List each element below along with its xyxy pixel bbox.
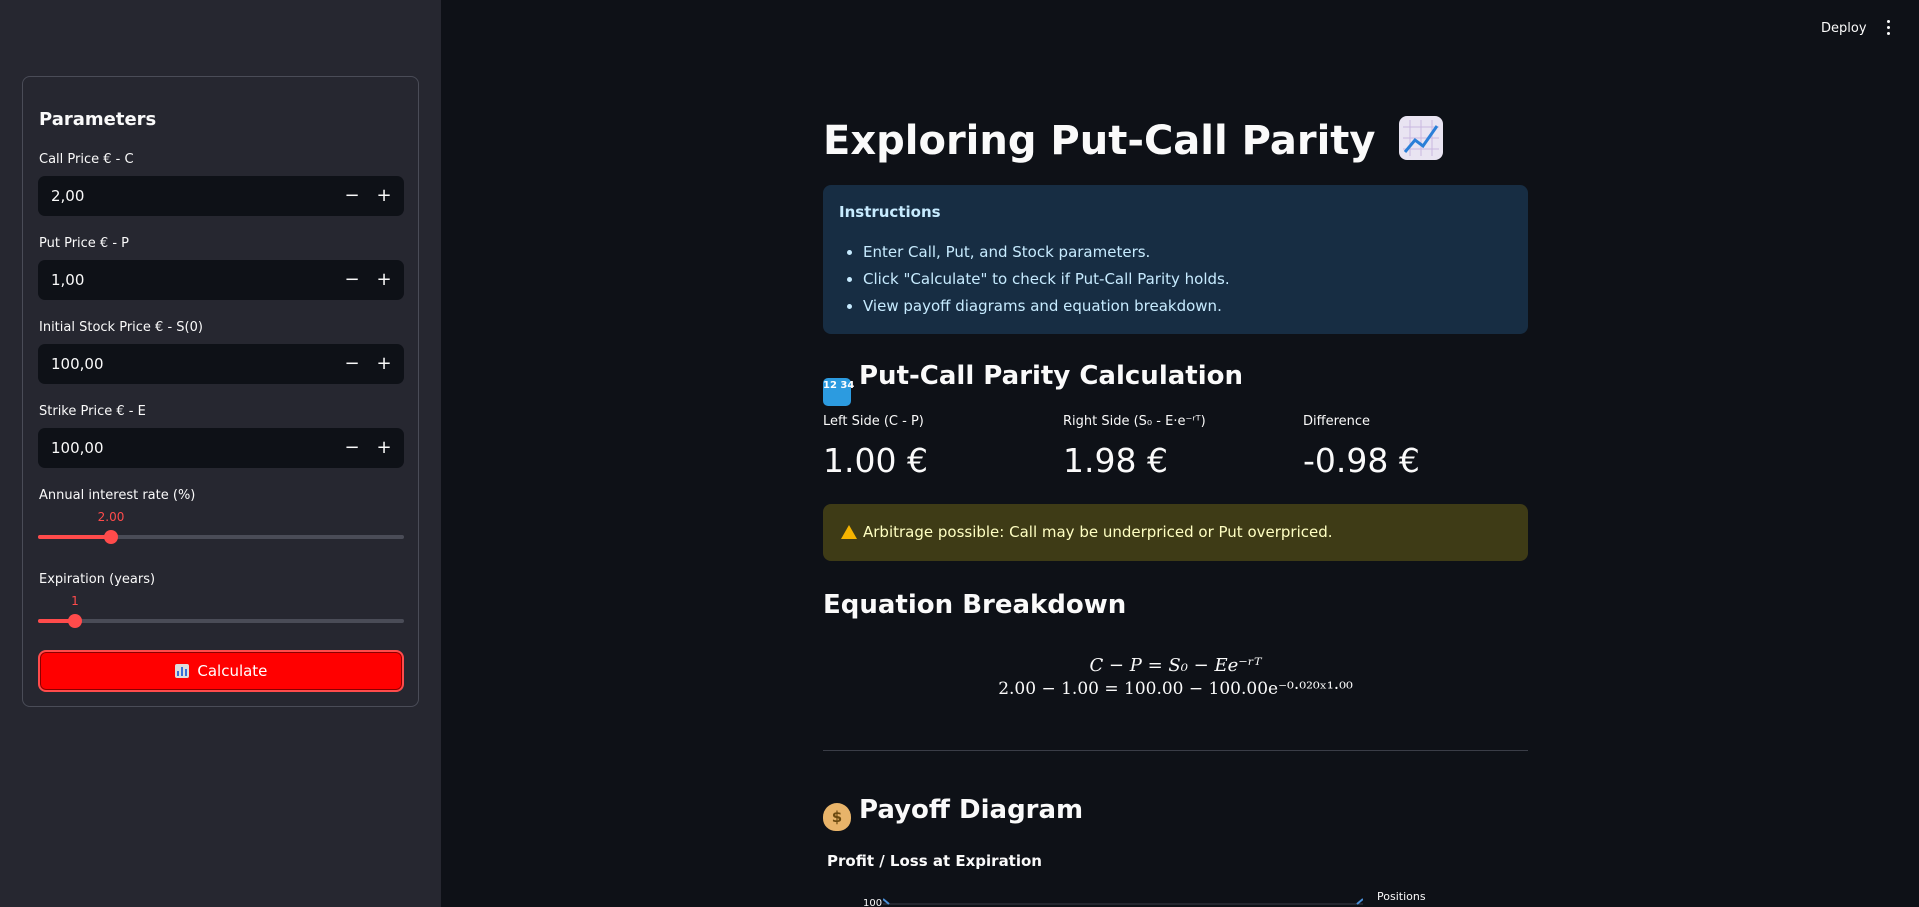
chart-legend-title: Positions (1377, 890, 1426, 903)
strike-price-decrement-button[interactable]: − (336, 428, 368, 468)
sidebar: Parameters Call Price € - C 2,00 − + Put… (0, 0, 441, 907)
metric-value: -0.98 € (1303, 441, 1420, 480)
interest-rate-value: 2.00 (97, 510, 125, 524)
slider-thumb[interactable] (68, 614, 82, 628)
put-price-value[interactable]: 1,00 (51, 271, 84, 289)
call-price-increment-button[interactable]: + (368, 176, 400, 216)
parameters-panel: Parameters Call Price € - C 2,00 − + Put… (22, 76, 419, 707)
stock-price-value[interactable]: 100,00 (51, 355, 104, 373)
put-price-input[interactable]: 1,00 − + (38, 260, 404, 300)
section-divider (823, 750, 1528, 751)
list-item: View payoff diagrams and equation breakd… (863, 297, 1230, 318)
payoff-heading-text: Payoff Diagram (859, 795, 1084, 825)
strike-price-value[interactable]: 100,00 (51, 439, 104, 457)
put-price-increment-button[interactable]: + (368, 260, 400, 300)
strike-price-label: Strike Price € - E (39, 404, 146, 419)
strike-price-increment-button[interactable]: + (368, 428, 400, 468)
strike-price-input[interactable]: 100,00 − + (38, 428, 404, 468)
calculation-heading-text: Put-Call Parity Calculation (859, 361, 1243, 391)
expiration-slider[interactable]: 1 (38, 589, 404, 628)
metric-value: 1.98 € (1063, 441, 1168, 480)
deploy-button[interactable]: Deploy (1821, 21, 1867, 36)
interest-rate-slider[interactable]: 2.00 (38, 505, 404, 544)
call-price-input[interactable]: 2,00 − + (38, 176, 404, 216)
payoff-heading: $ Payoff Diagram (823, 795, 1083, 831)
right-side-metric: Right Side (S₀ - E·e⁻ʳᵀ) 1.98 € (1063, 414, 1303, 480)
list-item: Enter Call, Put, and Stock parameters. (863, 243, 1230, 264)
page-title: Exploring Put-Call Parity (823, 116, 1444, 164)
equation-values: 2.00 − 1.00 = 100.00 − 100.00e⁻⁰·⁰²⁰ˣ¹·⁰… (998, 679, 1353, 699)
expiration-value: 1 (71, 594, 79, 608)
metric-value: 1.00 € (823, 441, 928, 480)
y-axis-tick: 100 (863, 898, 883, 907)
bar-chart-icon (174, 664, 189, 678)
metric-label: Right Side (S₀ - E·e⁻ʳᵀ) (1063, 414, 1206, 429)
difference-metric: Difference -0.98 € (1303, 414, 1543, 480)
metric-label: Difference (1303, 414, 1371, 429)
metric-label: Left Side (C - P) (823, 414, 924, 429)
stock-price-input[interactable]: 100,00 − + (38, 344, 404, 384)
chart-increasing-icon (1399, 116, 1444, 160)
arbitrage-warning: Arbitrage possible: Call may be underpri… (823, 504, 1528, 561)
instructions-title: Instructions (839, 203, 941, 221)
money-bag-icon: $ (823, 803, 851, 831)
warning-text: Arbitrage possible: Call may be underpri… (863, 523, 1333, 541)
calculate-label: Calculate (197, 662, 268, 680)
chart-title: Profit / Loss at Expiration (827, 852, 1042, 870)
warning-icon (841, 525, 857, 539)
equation-formula: C − P = S₀ − Ee⁻ʳᵀ (1089, 655, 1262, 676)
call-price-value[interactable]: 2,00 (51, 187, 84, 205)
instructions-box: Instructions Enter Call, Put, and Stock … (823, 185, 1528, 334)
equation-heading: Equation Breakdown (823, 590, 1127, 620)
numbers-icon: 12 34 (823, 378, 854, 406)
call-price-decrement-button[interactable]: − (336, 176, 368, 216)
stock-price-increment-button[interactable]: + (368, 344, 400, 384)
slider-fill (38, 535, 111, 539)
calculate-button[interactable]: Calculate (38, 650, 404, 692)
payoff-chart-area (883, 898, 1363, 905)
slider-thumb[interactable] (104, 530, 118, 544)
page-title-text: Exploring Put-Call Parity (823, 118, 1376, 164)
put-price-decrement-button[interactable]: − (336, 260, 368, 300)
stock-price-label: Initial Stock Price € - S(0) (39, 320, 203, 335)
stock-price-decrement-button[interactable]: − (336, 344, 368, 384)
left-side-metric: Left Side (C - P) 1.00 € (823, 414, 1063, 480)
expiration-label: Expiration (years) (39, 572, 156, 587)
parameters-title: Parameters (39, 109, 157, 130)
slider-track[interactable] (38, 619, 404, 623)
calculation-heading: 12 34 Put-Call Parity Calculation (823, 361, 1243, 406)
instructions-list: Enter Call, Put, and Stock parameters. C… (863, 243, 1230, 324)
list-item: Click "Calculate" to check if Put-Call P… (863, 270, 1230, 291)
put-price-label: Put Price € - P (39, 236, 129, 251)
call-price-label: Call Price € - C (39, 152, 134, 167)
kebab-menu-icon[interactable] (1880, 20, 1896, 38)
interest-rate-label: Annual interest rate (%) (39, 488, 196, 503)
